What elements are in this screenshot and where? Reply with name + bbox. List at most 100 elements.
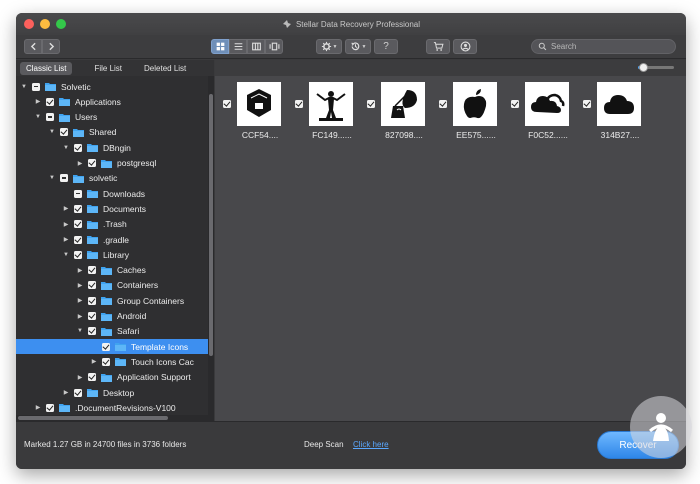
tree-item-checkbox[interactable] [32, 82, 40, 91]
buy-now-button[interactable] [426, 39, 450, 54]
tree-item[interactable]: ▶ .DocumentRevisions-V100 [16, 400, 208, 415]
tree-item[interactable]: ▼ DBngin [16, 140, 208, 155]
thumbnail-size-slider[interactable] [638, 63, 674, 72]
disclosure-expanded-icon[interactable]: ▼ [62, 252, 70, 258]
cover-flow-view-button[interactable] [265, 39, 283, 54]
list-view-button[interactable] [229, 39, 247, 54]
disclosure-expanded-icon[interactable]: ▼ [48, 129, 56, 135]
file-thumbnail-item[interactable]: EE575...... [439, 82, 509, 142]
file-preview[interactable] [453, 82, 497, 126]
account-button[interactable] [453, 39, 477, 54]
close-window-button[interactable] [24, 19, 34, 29]
forward-button[interactable] [42, 39, 60, 54]
disclosure-expanded-icon[interactable]: ▼ [62, 145, 70, 151]
tree-item[interactable]: ▶ Application Support [16, 370, 208, 385]
file-checkbox[interactable] [295, 100, 303, 108]
file-thumbnail-item[interactable]: F0C52...... [511, 82, 581, 142]
disclosure-collapsed-icon[interactable]: ▶ [76, 297, 84, 304]
file-thumbnail-item[interactable]: CCF54.... [223, 82, 293, 142]
file-preview[interactable] [309, 82, 353, 126]
slider-knob[interactable] [639, 63, 649, 72]
scrollbar-thumb[interactable] [209, 94, 213, 356]
search-input[interactable] [551, 42, 671, 51]
tree-item-checkbox[interactable] [88, 159, 96, 167]
tree-item[interactable]: ▼ Shared [16, 125, 208, 140]
tree-item-checkbox[interactable] [74, 388, 82, 397]
minimize-window-button[interactable] [40, 19, 50, 29]
disclosure-collapsed-icon[interactable]: ▶ [90, 358, 98, 365]
file-thumbnail-item[interactable]: 827098.... [367, 82, 437, 142]
disclosure-collapsed-icon[interactable]: ▶ [76, 282, 84, 289]
tree-item[interactable]: ▼ Library [16, 247, 208, 262]
tree-item-checkbox[interactable] [46, 403, 54, 412]
file-checkbox[interactable] [223, 100, 231, 108]
file-preview[interactable] [237, 82, 281, 126]
icon-view-button[interactable] [211, 39, 229, 54]
tree-item[interactable]: ▼ Safari [16, 324, 208, 339]
disclosure-collapsed-icon[interactable]: ▶ [62, 221, 70, 228]
deep-scan-link[interactable]: Click here [353, 440, 389, 449]
tree-item-checkbox[interactable] [74, 143, 82, 152]
tree-item-checkbox[interactable] [74, 189, 82, 198]
file-preview[interactable] [381, 82, 425, 126]
disclosure-collapsed-icon[interactable]: ▶ [76, 374, 84, 381]
disclosure-collapsed-icon[interactable]: ▶ [76, 160, 84, 167]
tree-item[interactable]: ▶ Caches [16, 263, 208, 278]
tree-item[interactable]: ▶ Desktop [16, 385, 208, 400]
disclosure-collapsed-icon[interactable]: ▶ [62, 389, 70, 396]
tab-file-list[interactable]: File List [88, 62, 128, 75]
disclosure-collapsed-icon[interactable]: ▶ [34, 98, 42, 105]
tree-item-checkbox[interactable] [102, 342, 110, 351]
tree-item-checkbox[interactable] [74, 235, 82, 244]
tab-deleted-list[interactable]: Deleted List [138, 62, 192, 75]
back-button[interactable] [24, 39, 42, 54]
file-thumbnail-item[interactable]: 314B27.... [583, 82, 653, 142]
tree-item[interactable]: ▼ Users [16, 110, 208, 125]
tree-item[interactable]: ▶ Android [16, 309, 208, 324]
file-thumbnail-item[interactable]: FC149...... [295, 82, 365, 142]
file-checkbox[interactable] [511, 100, 519, 108]
tree-item-checkbox[interactable] [88, 266, 96, 275]
tree-item-checkbox[interactable] [74, 250, 82, 259]
tree-item[interactable]: ▶ Touch Icons Cac [16, 354, 208, 369]
disclosure-collapsed-icon[interactable]: ▶ [62, 236, 70, 243]
disclosure-collapsed-icon[interactable]: ▶ [62, 205, 70, 212]
tree-item[interactable]: Template Icons [16, 339, 208, 355]
tree-item-checkbox[interactable] [88, 296, 96, 305]
tree-item-checkbox[interactable] [88, 327, 96, 336]
tree-vertical-scrollbar[interactable] [208, 76, 214, 421]
tree-item-checkbox[interactable] [60, 128, 68, 137]
tree-item[interactable]: ▶ postgresql [16, 156, 208, 171]
tree-item-checkbox[interactable] [46, 97, 54, 106]
file-checkbox[interactable] [439, 100, 447, 108]
disclosure-expanded-icon[interactable]: ▼ [34, 114, 42, 120]
tree-item-checkbox[interactable] [74, 204, 82, 213]
tree-item[interactable]: ▼ solvetic [16, 171, 208, 186]
tree-item[interactable]: ▶ Documents [16, 201, 208, 216]
tab-classic-list[interactable]: Classic List [20, 61, 73, 75]
tree-item-checkbox[interactable] [74, 220, 82, 229]
disclosure-collapsed-icon[interactable]: ▶ [76, 267, 84, 274]
file-preview[interactable] [525, 82, 569, 126]
tree-item-checkbox[interactable] [88, 312, 96, 320]
tree-item[interactable]: ▼ Solvetic [16, 79, 208, 94]
disclosure-expanded-icon[interactable]: ▼ [48, 175, 56, 181]
disclosure-expanded-icon[interactable]: ▼ [20, 84, 28, 90]
scrollbar-thumb[interactable] [18, 416, 168, 420]
tree-item-checkbox[interactable] [102, 357, 110, 366]
column-view-button[interactable] [247, 39, 265, 54]
tree-item-checkbox[interactable] [60, 174, 68, 183]
tree-item[interactable]: ▶ .Trash [16, 217, 208, 232]
file-checkbox[interactable] [367, 100, 375, 108]
tree-item[interactable]: ▶ Applications [16, 94, 208, 109]
disclosure-collapsed-icon[interactable]: ▶ [34, 404, 42, 411]
tree-item[interactable]: ▶ Containers [16, 278, 208, 293]
disclosure-expanded-icon[interactable]: ▼ [76, 328, 84, 334]
recovery-history-button[interactable]: ▼ [345, 39, 371, 54]
file-preview[interactable] [597, 82, 641, 126]
file-checkbox[interactable] [583, 100, 591, 108]
settings-button[interactable]: ▼ [316, 39, 342, 54]
disclosure-collapsed-icon[interactable]: ▶ [76, 313, 84, 320]
tree-item-checkbox[interactable] [88, 373, 96, 382]
tree-item[interactable]: ▶ .gradle [16, 232, 208, 247]
